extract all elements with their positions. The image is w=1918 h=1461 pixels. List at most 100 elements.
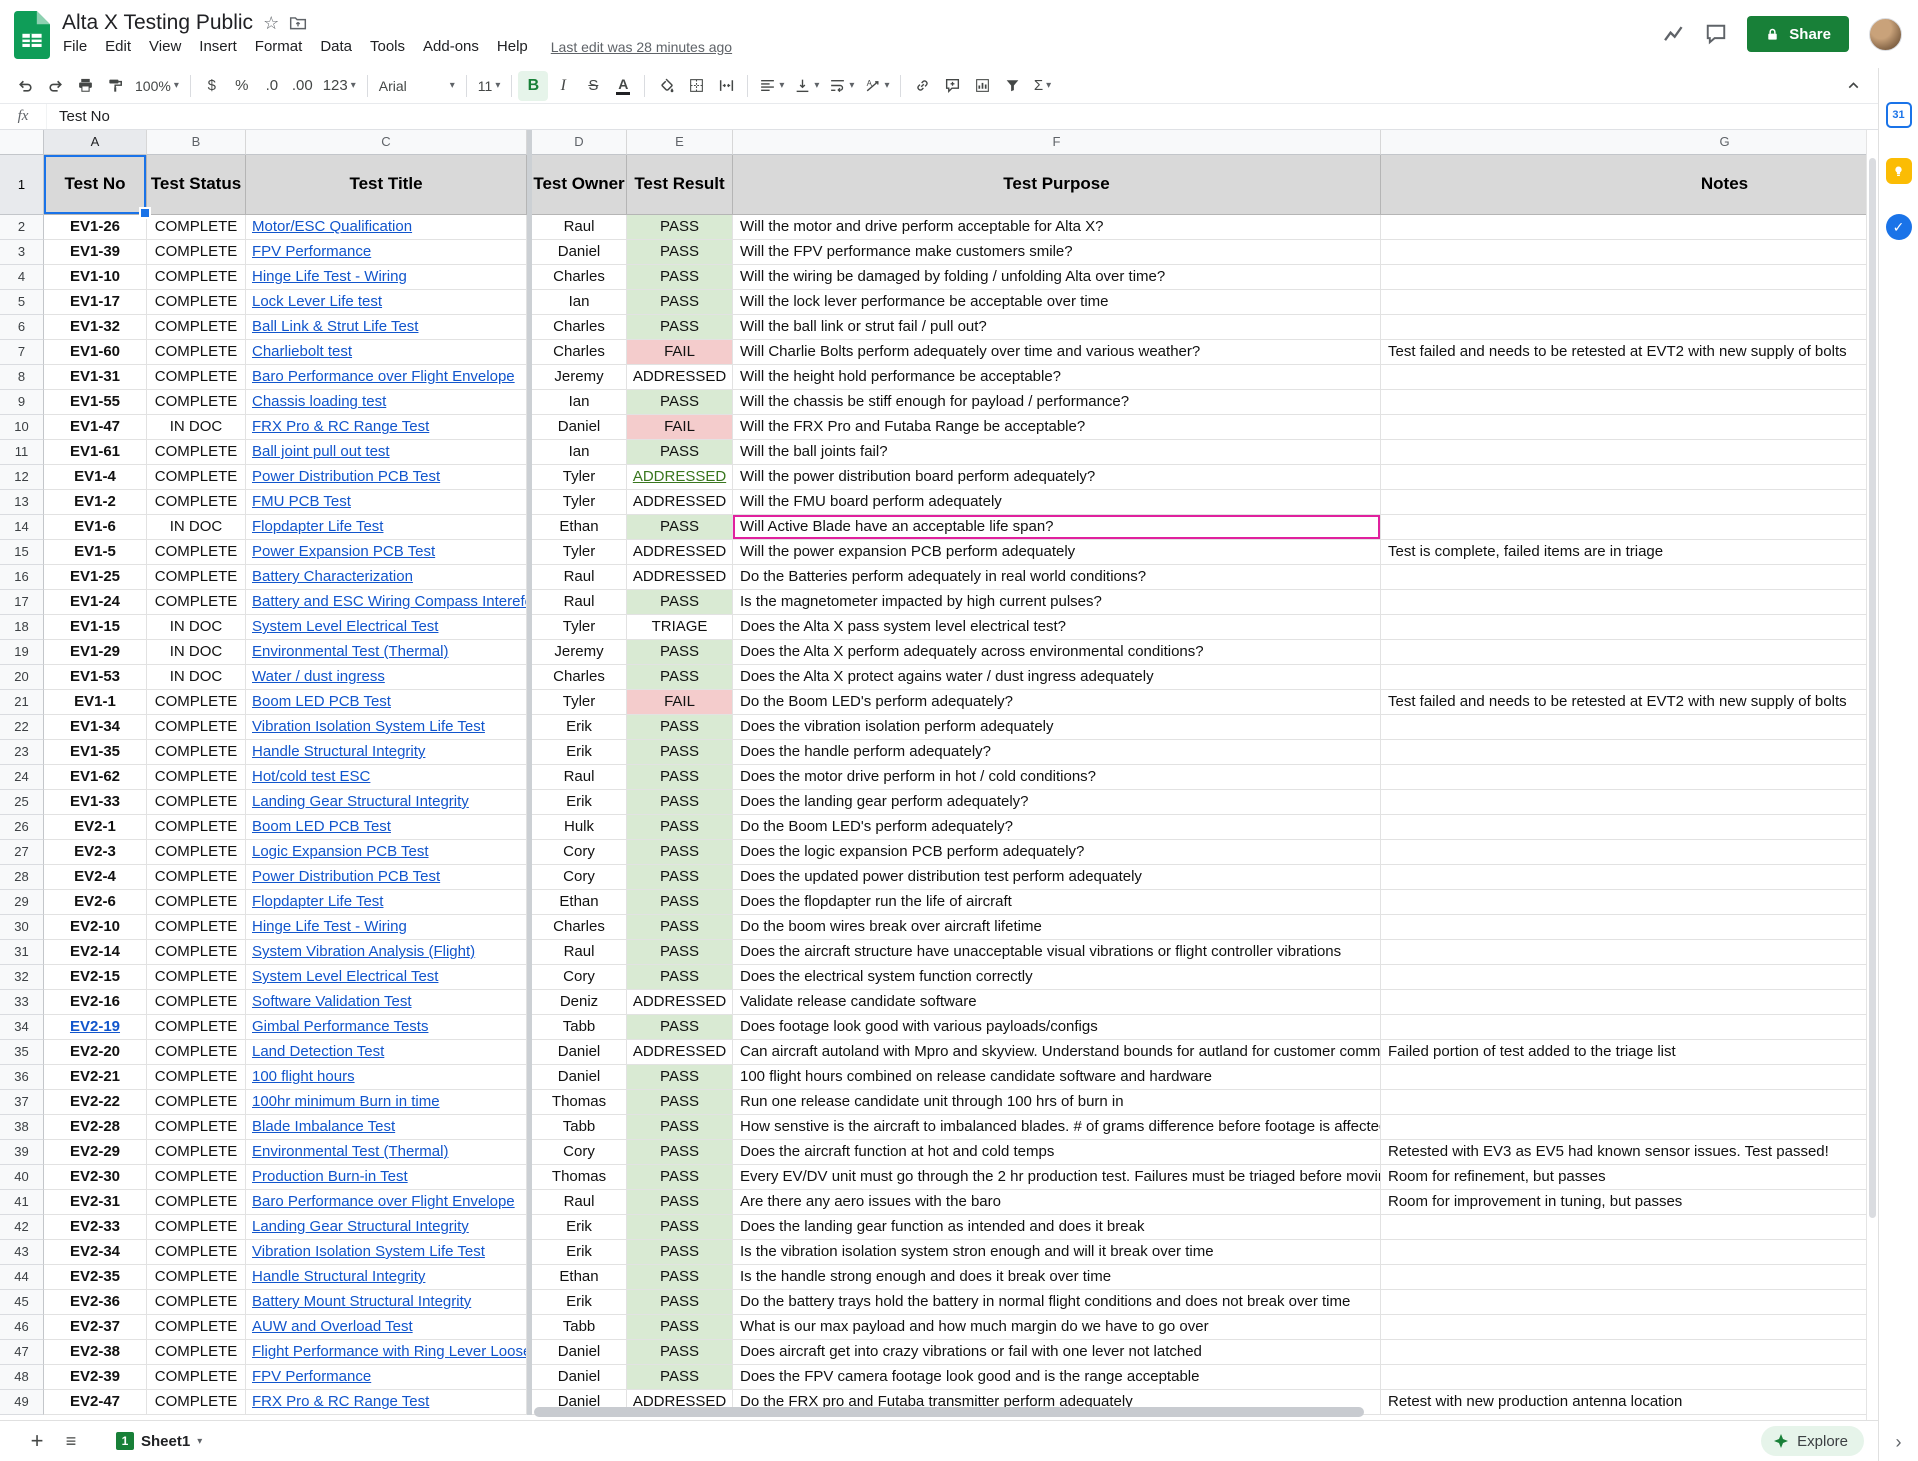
cell-notes[interactable]: [1381, 315, 1866, 340]
cell-test-owner[interactable]: Cory: [532, 1140, 627, 1165]
cell-test-title[interactable]: Vibration Isolation System Life Test: [246, 715, 527, 740]
row-number[interactable]: 6: [0, 315, 44, 340]
cell-test-owner[interactable]: Tabb: [532, 1115, 627, 1140]
cell-test-status[interactable]: COMPLETE: [147, 1315, 246, 1340]
cell-test-owner[interactable]: Ian: [532, 440, 627, 465]
cell-test-purpose[interactable]: Do the Batteries perform adequately in r…: [733, 565, 1381, 590]
cell-test-status[interactable]: COMPLETE: [147, 1165, 246, 1190]
cell-test-title[interactable]: Lock Lever Life test: [246, 290, 527, 315]
cell-notes[interactable]: Test is complete, failed items are in tr…: [1381, 540, 1866, 565]
cell-test-purpose[interactable]: 100 flight hours combined on release can…: [733, 1065, 1381, 1090]
cell-test-result[interactable]: PASS: [627, 590, 733, 615]
cell-test-result[interactable]: PASS: [627, 1140, 733, 1165]
cell-test-result[interactable]: PASS: [627, 665, 733, 690]
row-number[interactable]: 42: [0, 1215, 44, 1240]
cell-test-status[interactable]: COMPLETE: [147, 990, 246, 1015]
cell-test-purpose[interactable]: Validate release candidate software: [733, 990, 1381, 1015]
row-number[interactable]: 45: [0, 1290, 44, 1315]
row-number[interactable]: 49: [0, 1390, 44, 1415]
cell-test-purpose[interactable]: Will the FPV performance make customers …: [733, 240, 1381, 265]
cell-test-status[interactable]: COMPLETE: [147, 840, 246, 865]
cell-notes[interactable]: [1381, 615, 1866, 640]
column-header-G[interactable]: G: [1381, 130, 1866, 155]
cell-test-status[interactable]: IN DOC: [147, 665, 246, 690]
cell-test-no[interactable]: EV1-24: [44, 590, 147, 615]
cell-test-purpose[interactable]: Will the FMU board perform adequately: [733, 490, 1381, 515]
cell-test-no[interactable]: EV1-55: [44, 390, 147, 415]
keep-icon[interactable]: [1886, 158, 1912, 184]
cell-test-status[interactable]: COMPLETE: [147, 1040, 246, 1065]
cell-test-purpose[interactable]: Every EV/DV unit must go through the 2 h…: [733, 1165, 1381, 1190]
cell-test-title[interactable]: Landing Gear Structural Integrity: [246, 790, 527, 815]
sheet-tab[interactable]: 1 Sheet1 ▾: [106, 1428, 212, 1454]
borders-button[interactable]: [681, 71, 711, 101]
cell-test-owner[interactable]: Thomas: [532, 1165, 627, 1190]
vertical-scrollbar[interactable]: [1866, 130, 1878, 1420]
cell-test-status[interactable]: COMPLETE: [147, 1115, 246, 1140]
row-number[interactable]: 2: [0, 215, 44, 240]
cell-test-owner[interactable]: Erik: [532, 1290, 627, 1315]
cell-test-status[interactable]: IN DOC: [147, 515, 246, 540]
cell-test-no[interactable]: EV2-4: [44, 865, 147, 890]
header-cell-e[interactable]: Test Result: [627, 155, 733, 215]
explore-button[interactable]: Explore: [1761, 1426, 1864, 1456]
cell-test-title[interactable]: Power Expansion PCB Test: [246, 540, 527, 565]
cell-notes[interactable]: [1381, 565, 1866, 590]
cell-test-title[interactable]: Hinge Life Test - Wiring: [246, 915, 527, 940]
cell-test-title[interactable]: Battery Mount Structural Integrity: [246, 1290, 527, 1315]
cell-notes[interactable]: Room for refinement, but passes: [1381, 1165, 1866, 1190]
cell-test-result[interactable]: PASS: [627, 290, 733, 315]
cell-notes[interactable]: [1381, 1340, 1866, 1365]
cell-test-title[interactable]: Logic Expansion PCB Test: [246, 840, 527, 865]
cell-test-result[interactable]: PASS: [627, 515, 733, 540]
cell-test-owner[interactable]: Tabb: [532, 1315, 627, 1340]
cell-notes[interactable]: [1381, 1115, 1866, 1140]
row-number[interactable]: 9: [0, 390, 44, 415]
cell-test-purpose[interactable]: Does the FPV camera footage look good an…: [733, 1365, 1381, 1390]
merge-cells-button[interactable]: [711, 71, 741, 101]
cell-test-purpose[interactable]: Will Charlie Bolts perform adequately ov…: [733, 340, 1381, 365]
cell-test-title[interactable]: 100hr minimum Burn in time: [246, 1090, 527, 1115]
cell-test-owner[interactable]: Ethan: [532, 1265, 627, 1290]
horizontal-scrollbar-thumb[interactable]: [534, 1407, 1364, 1417]
fill-color-button[interactable]: [651, 71, 681, 101]
cell-test-status[interactable]: COMPLETE: [147, 715, 246, 740]
cell-test-status[interactable]: COMPLETE: [147, 940, 246, 965]
cell-test-purpose[interactable]: Does the logic expansion PCB perform ade…: [733, 840, 1381, 865]
cell-test-no[interactable]: EV2-6: [44, 890, 147, 915]
cell-test-result[interactable]: ADDRESSED: [627, 1040, 733, 1065]
sheets-logo-icon[interactable]: [14, 11, 50, 57]
cell-test-result[interactable]: PASS: [627, 1190, 733, 1215]
cell-test-owner[interactable]: Cory: [532, 865, 627, 890]
last-edit-link[interactable]: Last edit was 28 minutes ago: [551, 39, 732, 55]
cell-test-purpose[interactable]: Does the flopdapter run the life of airc…: [733, 890, 1381, 915]
cell-test-status[interactable]: COMPLETE: [147, 1390, 246, 1415]
cell-test-title[interactable]: Baro Performance over Flight Envelope: [246, 365, 527, 390]
cell-test-no[interactable]: EV2-30: [44, 1165, 147, 1190]
row-number[interactable]: 15: [0, 540, 44, 565]
cell-notes[interactable]: [1381, 865, 1866, 890]
cell-test-no[interactable]: EV1-5: [44, 540, 147, 565]
cell-notes[interactable]: [1381, 590, 1866, 615]
row-number[interactable]: 46: [0, 1315, 44, 1340]
cell-test-purpose[interactable]: What is our max payload and how much mar…: [733, 1315, 1381, 1340]
column-header-C[interactable]: C: [246, 130, 527, 155]
cell-test-result[interactable]: PASS: [627, 1165, 733, 1190]
cell-test-no[interactable]: EV1-47: [44, 415, 147, 440]
cell-test-result[interactable]: PASS: [627, 315, 733, 340]
insert-chart-button[interactable]: [967, 71, 997, 101]
cell-test-purpose[interactable]: Will the wiring be damaged by folding / …: [733, 265, 1381, 290]
cell-test-title[interactable]: Charliebolt test: [246, 340, 527, 365]
cell-test-title[interactable]: Environmental Test (Thermal): [246, 1140, 527, 1165]
cell-test-result[interactable]: PASS: [627, 1065, 733, 1090]
cell-test-purpose[interactable]: Does the aircraft function at hot and co…: [733, 1140, 1381, 1165]
cell-notes[interactable]: Test failed and needs to be retested at …: [1381, 690, 1866, 715]
text-color-button[interactable]: A: [608, 71, 638, 101]
horizontal-scrollbar[interactable]: [534, 1407, 1852, 1417]
cell-test-no[interactable]: EV2-33: [44, 1215, 147, 1240]
cell-test-owner[interactable]: Daniel: [532, 240, 627, 265]
cell-test-purpose[interactable]: How senstive is the aircraft to imbalanc…: [733, 1115, 1381, 1140]
cell-test-status[interactable]: IN DOC: [147, 415, 246, 440]
cell-test-title[interactable]: Chassis loading test: [246, 390, 527, 415]
cell-test-result[interactable]: PASS: [627, 1215, 733, 1240]
